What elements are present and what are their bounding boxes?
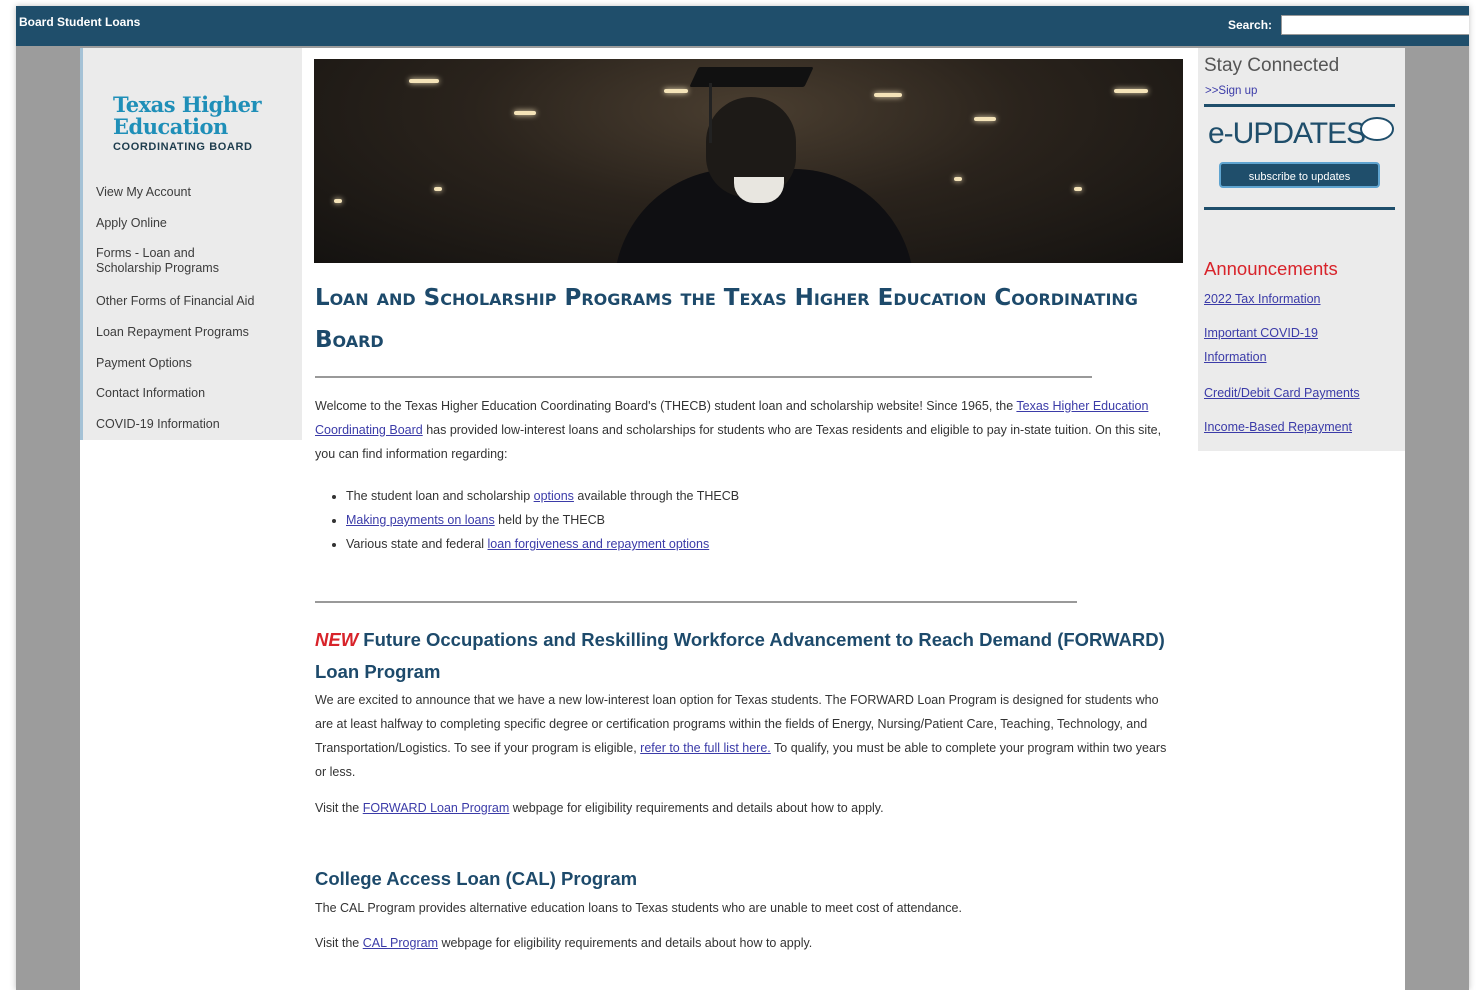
hero-graduate-image <box>314 59 1183 263</box>
left-sidebar: Texas Higher Education COORDINATING BOAR… <box>80 48 302 440</box>
announcement-income-based-link[interactable]: Income-Based Repayment <box>1204 415 1352 439</box>
loan-forgiveness-link[interactable]: loan forgiveness and repayment options <box>488 537 710 551</box>
list-item: Making payments on loans held by the THE… <box>346 508 1204 532</box>
search-input[interactable] <box>1281 15 1469 35</box>
logo-line-2: Education <box>113 114 228 139</box>
announcement-tax-info-link[interactable]: 2022 Tax Information <box>1204 287 1321 311</box>
cal-heading: College Access Loan (CAL) Program <box>315 868 638 889</box>
site-title[interactable]: Board Student Loans <box>19 15 140 29</box>
announcement-card-payments-link[interactable]: Credit/Debit Card Payments <box>1204 381 1360 405</box>
new-tag: NEW <box>315 629 359 650</box>
cal-paragraph: The CAL Program provides alternative edu… <box>315 901 962 915</box>
thecb-logo[interactable]: Texas Higher Education COORDINATING BOAR… <box>113 92 283 154</box>
page-content: Texas Higher Education COORDINATING BOAR… <box>80 48 1405 990</box>
list-item: Various state and federal loan forgivene… <box>346 532 1204 556</box>
search-label: Search: <box>1228 18 1273 32</box>
page-title: Loan and Scholarship Programs the Texas … <box>315 285 1138 353</box>
forward-heading: NEW Future Occupations and Reskilling Wo… <box>315 629 1165 682</box>
top-header-bar: Board Student Loans Search: <box>16 6 1469 46</box>
forward-program-link[interactable]: FORWARD Loan Program <box>363 801 510 815</box>
announcements-heading: Announcements <box>1204 258 1338 279</box>
making-payments-link[interactable]: Making payments on loans <box>346 513 495 527</box>
graduation-cap <box>689 67 814 87</box>
forward-visit-paragraph: Visit the FORWARD Loan Program webpage f… <box>315 801 884 815</box>
full-list-link[interactable]: refer to the full list here. <box>640 741 771 755</box>
options-link[interactable]: options <box>534 489 574 503</box>
info-bullet-list: The student loan and scholarship options… <box>315 484 1204 556</box>
speech-bubble-icon <box>1360 117 1394 141</box>
sidebar-item-contact-information[interactable]: Contact Information <box>96 386 205 401</box>
sidebar-item-view-my-account[interactable]: View My Account <box>96 185 191 200</box>
divider <box>315 601 1077 603</box>
announcement-covid-link[interactable]: Important COVID-19 Information <box>1204 321 1318 369</box>
signup-link[interactable]: >>Sign up <box>1205 85 1257 97</box>
sidebar-item-other-forms[interactable]: Other Forms of Financial Aid <box>96 294 296 309</box>
subscribe-button[interactable]: subscribe to updates <box>1219 162 1380 188</box>
sidebar-item-covid-19-information[interactable]: COVID-19 Information <box>96 417 220 432</box>
e-updates-title: e-UPDATES <box>1208 117 1366 150</box>
sidebar-item-payment-options[interactable]: Payment Options <box>96 356 192 371</box>
logo-line-3: COORDINATING BOARD <box>113 141 253 153</box>
right-sidebar: Stay Connected >>Sign up e-UPDATES subsc… <box>1198 48 1405 451</box>
cal-program-link[interactable]: CAL Program <box>363 936 438 950</box>
divider <box>315 376 1092 378</box>
sidebar-item-forms-loan-scholarship[interactable]: Forms - Loan and Scholarship Programs <box>96 246 286 276</box>
sidebar-item-apply-online[interactable]: Apply Online <box>96 216 167 231</box>
sidebar-item-label: Forms - Loan and <box>96 246 195 260</box>
list-item: The student loan and scholarship options… <box>346 484 1204 508</box>
sidebar-item-loan-repayment[interactable]: Loan Repayment Programs <box>96 325 249 340</box>
forward-paragraph: We are excited to announce that we have … <box>315 693 1167 779</box>
cal-visit-paragraph: Visit the CAL Program webpage for eligib… <box>315 936 813 950</box>
browser-frame: Board Student Loans Search: Texas Higher… <box>16 6 1469 990</box>
stay-connected-heading: Stay Connected <box>1204 55 1340 76</box>
e-updates-box: e-UPDATES subscribe to updates <box>1204 104 1395 210</box>
intro-paragraph: Welcome to the Texas Higher Education Co… <box>315 399 1162 461</box>
sidebar-item-label: Scholarship Programs <box>96 261 219 275</box>
logo-line-1: Texas Higher <box>113 92 262 117</box>
